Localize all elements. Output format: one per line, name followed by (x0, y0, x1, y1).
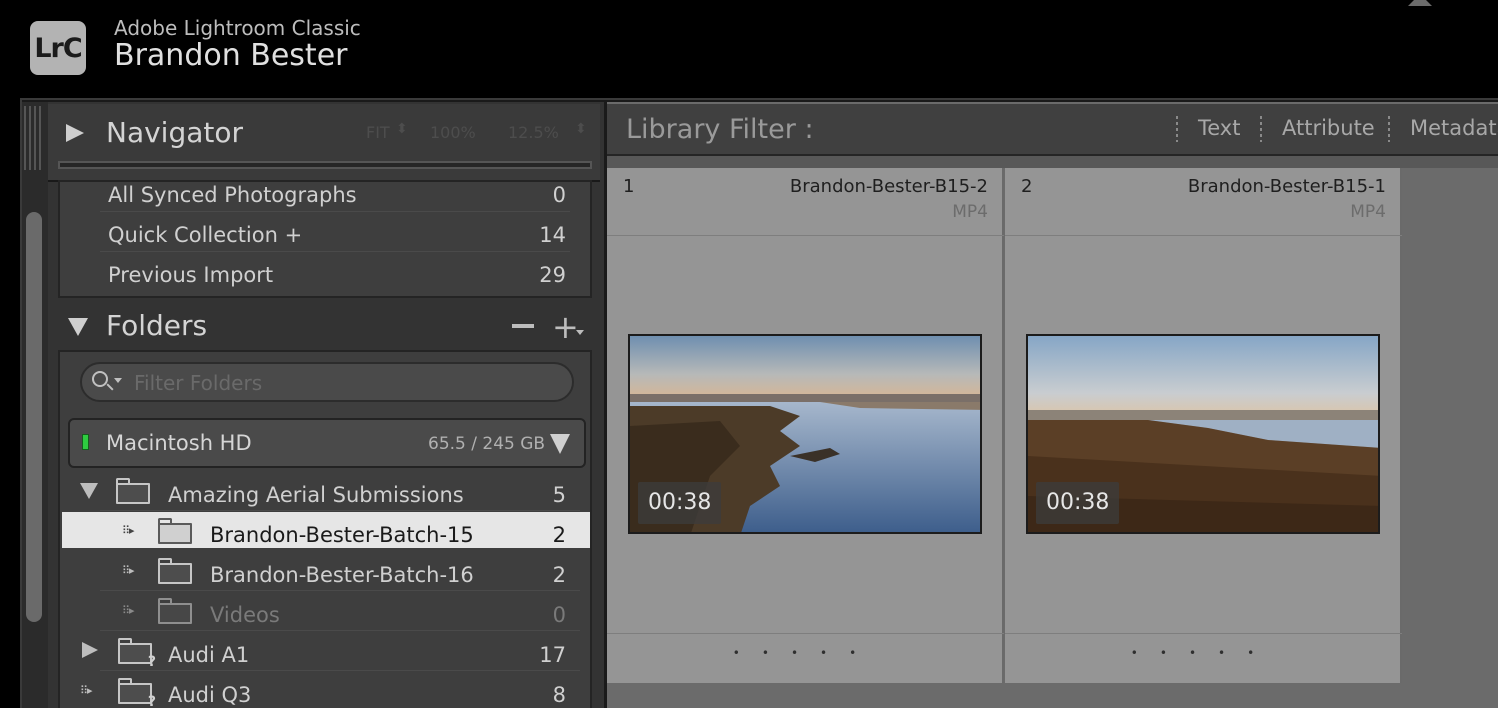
grid-cell[interactable]: 2 Brandon-Bester-B15-1 MP4 00:38 ••••• (1005, 168, 1402, 683)
app-name: Adobe Lightroom Classic (114, 16, 361, 40)
zoom-100[interactable]: 100% (430, 123, 476, 142)
add-folder-menu-icon[interactable] (576, 330, 584, 335)
divider (1388, 116, 1390, 142)
grid-empty-area (607, 683, 1402, 708)
cell-index: 2 (1021, 176, 1033, 197)
folder-count: 2 (552, 563, 566, 587)
catalog-item-label: Previous Import (108, 263, 274, 287)
add-folder-button[interactable]: + (552, 311, 579, 343)
user-name: Brandon Bester (114, 38, 348, 73)
catalog-item-count: 29 (539, 263, 566, 287)
catalog-item-count: 14 (539, 223, 566, 247)
folder-label: Audi A1 (168, 643, 250, 667)
folder-count: 5 (552, 483, 566, 507)
cell-file-type: MP4 (1350, 202, 1386, 222)
folder-label: Amazing Aerial Submissions (168, 483, 464, 507)
remove-folder-button[interactable] (512, 324, 534, 328)
navigator-title: Navigator (106, 116, 244, 149)
folder-label: Audi Q3 (168, 683, 252, 707)
filter-folders-field[interactable] (80, 362, 574, 402)
filter-tab-attribute[interactable]: Attribute (1282, 116, 1375, 140)
divider (100, 510, 580, 511)
grid-empty-area (1402, 168, 1498, 708)
navigator-preview (58, 161, 592, 169)
filter-folders-input[interactable] (134, 370, 554, 396)
collapse-volume-icon[interactable] (550, 434, 570, 454)
folder-label: Brandon-Bester-Batch-15 (210, 523, 474, 547)
catalog-item-synced[interactable]: All Synced Photographs 0 (60, 176, 590, 216)
show-top-panel-icon[interactable] (1408, 0, 1432, 6)
video-duration: 00:38 (638, 482, 722, 524)
divider (1005, 633, 1402, 634)
divider (100, 630, 580, 631)
volume-status-indicator (82, 434, 89, 450)
library-filter-title: Library Filter : (626, 114, 814, 145)
cell-filename: Brandon-Bester-B15-1 (1187, 176, 1386, 197)
folder-item-audi-q3[interactable]: Audi Q3 8 (60, 676, 590, 708)
catalog-item-quick-collection[interactable]: Quick Collection + 14 (60, 216, 590, 256)
divider (1260, 116, 1262, 142)
cell-file-type: MP4 (952, 202, 988, 222)
rating-dots[interactable]: ••••• (607, 646, 1004, 660)
video-thumbnail[interactable]: 00:38 (628, 334, 982, 534)
grid-cell[interactable]: 1 Brandon-Bester-B15-2 MP4 00:38 ••••• (607, 168, 1004, 683)
folder-item-batch-15[interactable]: Brandon-Bester-Batch-15 2 (60, 516, 590, 556)
volume-size: 65.5 / 245 GB (428, 434, 546, 454)
divider (1005, 235, 1402, 236)
cell-index: 1 (623, 176, 635, 197)
panel-grip-icon[interactable] (24, 106, 44, 170)
volume-name: Macintosh HD (106, 431, 252, 455)
folder-count: 17 (539, 643, 566, 667)
video-thumbnail[interactable]: 00:38 (1026, 334, 1380, 534)
folder-count: 8 (552, 683, 566, 707)
cell-filename: Brandon-Bester-B15-2 (789, 176, 988, 197)
zoom-custom[interactable]: 12.5% (508, 123, 559, 142)
filter-tab-text[interactable]: Text (1198, 116, 1240, 140)
collapse-folders-icon[interactable] (68, 318, 88, 336)
folder-count: 0 (552, 603, 566, 627)
zoom-fit[interactable]: FIT (366, 123, 390, 142)
divider (100, 251, 570, 252)
grid-top-band (607, 156, 1498, 168)
filter-tab-metadata[interactable]: Metadata (1410, 116, 1498, 140)
folder-label: Brandon-Bester-Batch-16 (210, 563, 474, 587)
lightroom-logo: LrC (30, 21, 86, 75)
search-options-caret-icon[interactable] (114, 378, 122, 383)
catalog-item-previous-import[interactable]: Previous Import 29 (60, 256, 590, 296)
folder-count: 2 (552, 523, 566, 547)
zoom-fit-stepper-icon[interactable]: ⬍ (396, 121, 408, 137)
catalog-item-label: Quick Collection + (108, 223, 303, 247)
divider (607, 235, 1004, 236)
folders-title: Folders (106, 309, 208, 342)
video-duration: 00:38 (1036, 482, 1120, 524)
divider (100, 211, 570, 212)
catalog-item-label: All Synced Photographs (108, 183, 357, 207)
left-panel-scrollbar[interactable] (26, 212, 42, 622)
divider (607, 633, 1004, 634)
divider (100, 670, 580, 671)
rating-dots[interactable]: ••••• (1005, 646, 1402, 660)
zoom-custom-stepper-icon[interactable]: ⬍ (575, 121, 587, 137)
divider (100, 590, 580, 591)
folder-label: Videos (210, 603, 280, 627)
catalog-item-count: 0 (552, 183, 566, 207)
expand-navigator-icon[interactable] (66, 124, 84, 142)
divider (1176, 116, 1178, 142)
